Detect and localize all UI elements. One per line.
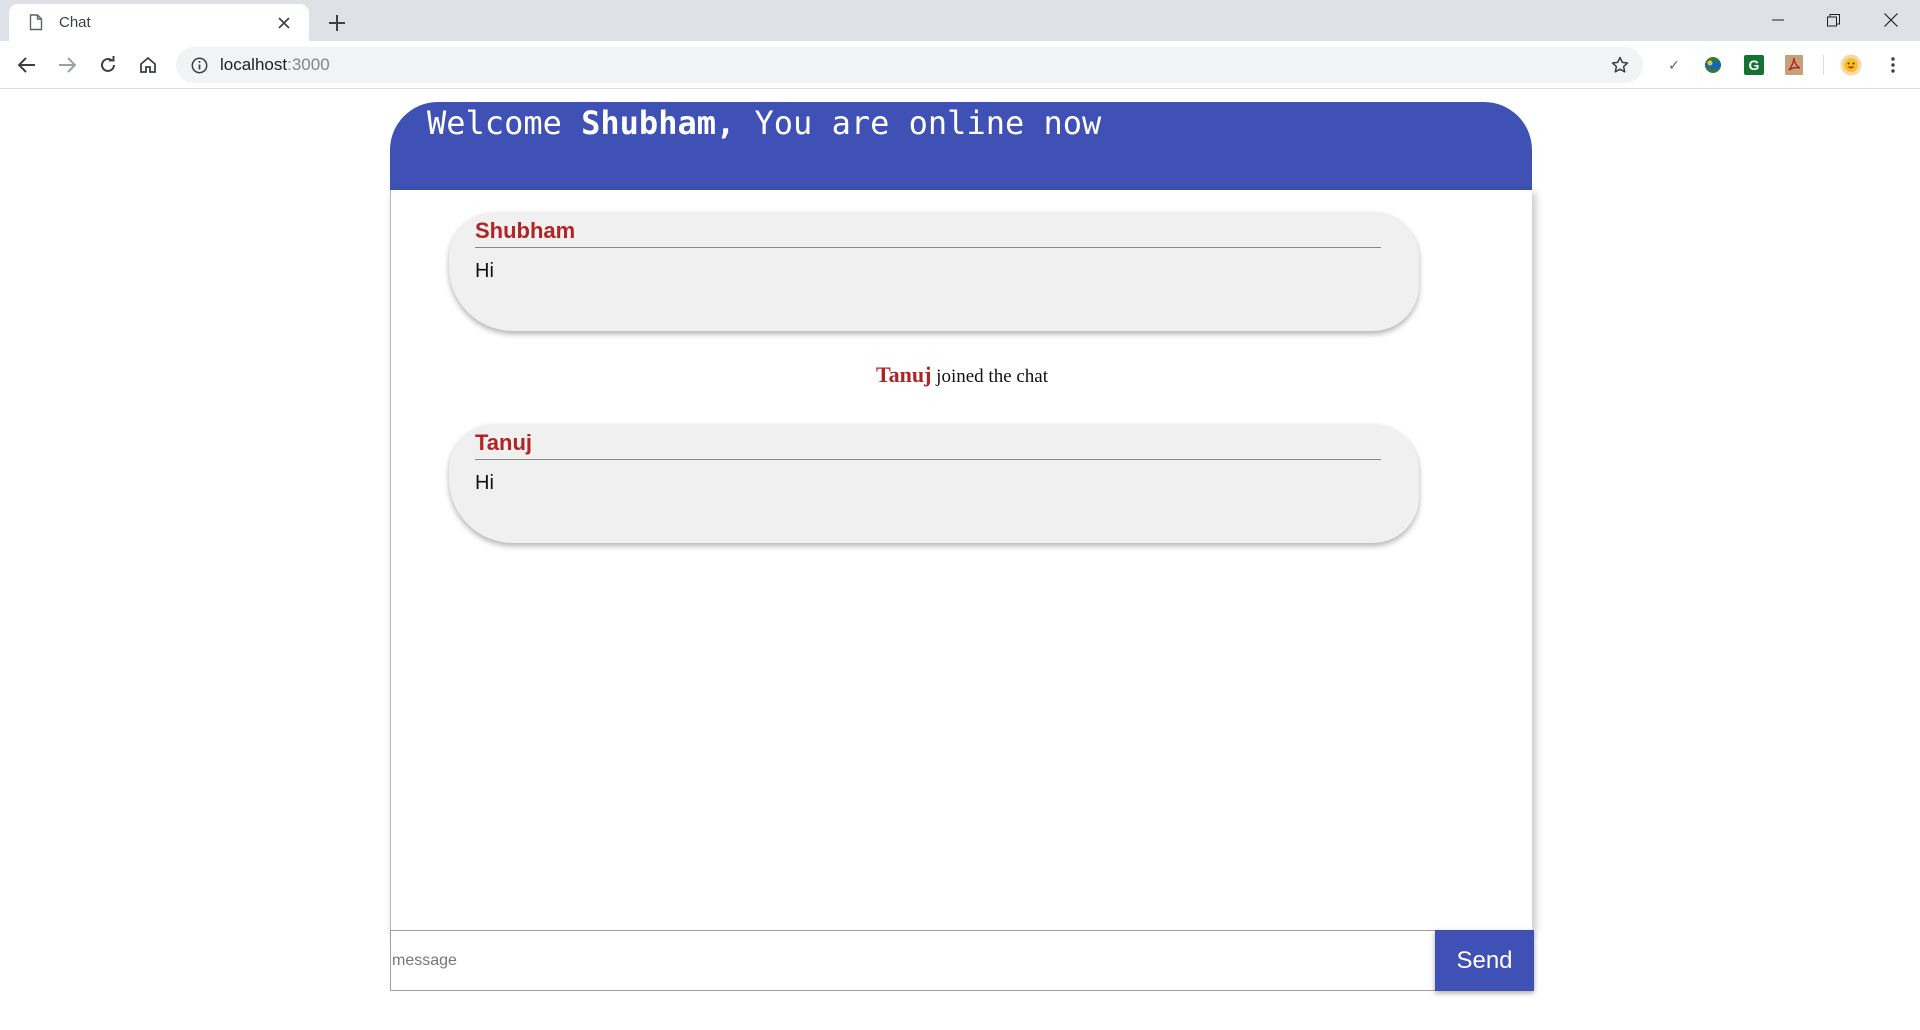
- message-sender: Tanuj: [475, 424, 1381, 460]
- message-sender: Shubham: [475, 212, 1381, 248]
- pdf-extension-icon[interactable]: [1783, 54, 1805, 76]
- message-bubble: Tanuj Hi: [449, 424, 1419, 543]
- menu-icon[interactable]: [1882, 54, 1904, 76]
- message-list[interactable]: Shubham Hi Tanuj joined the chat Tanuj H…: [390, 190, 1532, 930]
- home-button[interactable]: [131, 48, 165, 82]
- restore-icon: [1827, 13, 1840, 26]
- message-composer: Send: [390, 927, 1534, 991]
- send-button[interactable]: Send: [1435, 930, 1534, 991]
- browser-toolbar: localhost:3000 ✓ G: [0, 41, 1920, 89]
- reload-icon: [101, 56, 115, 72]
- message-input[interactable]: [390, 930, 1436, 991]
- grammarly-extension-icon[interactable]: G: [1743, 54, 1765, 76]
- welcome-text: Welcome: [427, 104, 582, 142]
- reload-button[interactable]: [91, 48, 125, 82]
- info-icon[interactable]: [188, 54, 210, 76]
- online-status-text: You are online now: [735, 104, 1102, 142]
- home-icon: [140, 56, 156, 73]
- address-bar[interactable]: localhost:3000: [176, 47, 1643, 83]
- minimize-button[interactable]: [1749, 0, 1806, 40]
- checkmark-extension-icon[interactable]: ✓: [1663, 54, 1685, 76]
- close-window-icon: [1883, 13, 1898, 27]
- star-icon[interactable]: [1609, 54, 1631, 76]
- restore-button[interactable]: [1805, 0, 1862, 40]
- back-button[interactable]: [10, 48, 44, 82]
- back-icon: [18, 57, 35, 73]
- browser-tabstrip: Chat: [0, 0, 1920, 41]
- chat-header: Welcome Shubham, You are online now: [390, 102, 1532, 190]
- url-host: localhost: [220, 55, 288, 74]
- url-text: localhost:3000: [220, 55, 330, 75]
- new-tab-button[interactable]: [322, 8, 352, 38]
- close-window-button[interactable]: [1862, 0, 1919, 40]
- browser-tab[interactable]: Chat: [9, 4, 309, 41]
- join-notice-text: joined the chat: [931, 366, 1049, 387]
- minimize-icon: [1771, 19, 1784, 21]
- join-notice: Tanuj joined the chat: [391, 362, 1533, 388]
- current-username: Shubham,: [581, 104, 736, 142]
- plus-icon: [329, 15, 345, 31]
- toolbar-separator: [1823, 55, 1824, 75]
- forward-button[interactable]: [50, 48, 84, 82]
- chat-container: Welcome Shubham, You are online now Shub…: [390, 102, 1534, 991]
- forward-icon: [59, 57, 76, 73]
- page-icon: [27, 13, 45, 33]
- join-notice-name: Tanuj: [875, 362, 932, 387]
- globe-extension-icon[interactable]: [1702, 54, 1724, 76]
- message-text: Hi: [475, 472, 494, 494]
- profile-avatar[interactable]: [1840, 54, 1862, 76]
- close-icon[interactable]: [273, 12, 295, 34]
- message-bubble: Shubham Hi: [449, 212, 1419, 331]
- svg-text:G: G: [1749, 57, 1760, 73]
- tab-title: Chat: [59, 14, 91, 31]
- url-port: :3000: [287, 55, 330, 74]
- message-text: Hi: [475, 260, 494, 282]
